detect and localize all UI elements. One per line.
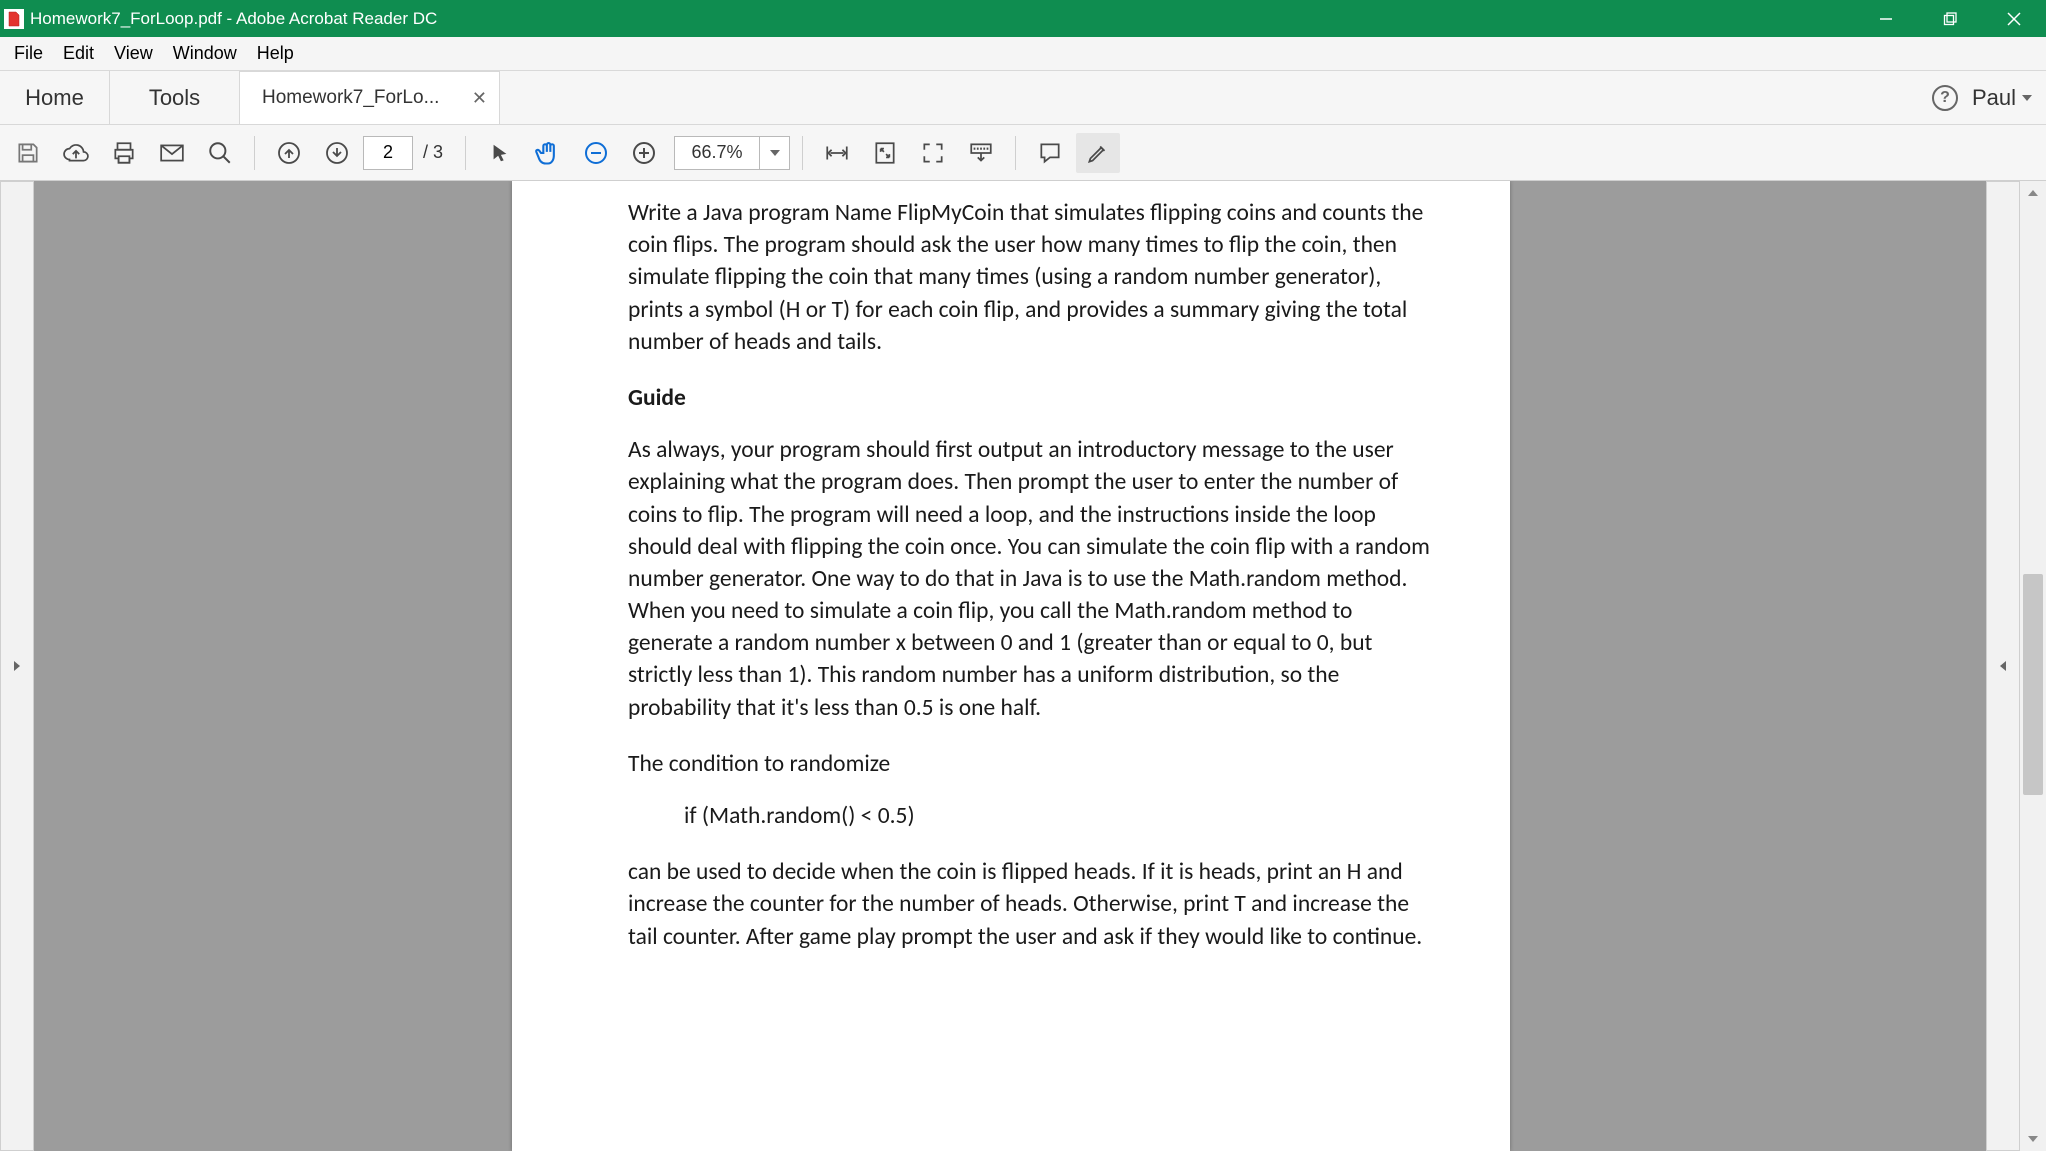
mail-icon[interactable] [150, 133, 194, 173]
title-bar: Homework7_ForLoop.pdf - Adobe Acrobat Re… [0, 0, 2046, 37]
scroll-up-icon[interactable] [2020, 181, 2046, 205]
tab-document-label: Homework7_ForLo... [262, 87, 439, 109]
menu-file[interactable]: File [4, 43, 53, 64]
menu-edit[interactable]: Edit [53, 43, 104, 64]
next-page-icon[interactable] [315, 133, 359, 173]
separator [254, 136, 255, 170]
paragraph: The condition to randomize [628, 748, 1440, 780]
code-line: if (Math.random() < 0.5) [628, 800, 1440, 832]
print-icon[interactable] [102, 133, 146, 173]
toolbar: / 3 66.7% [0, 125, 2046, 181]
read-mode-icon[interactable] [959, 133, 1003, 173]
user-menu[interactable]: Paul [1966, 85, 2038, 111]
vertical-scrollbar[interactable] [2020, 181, 2046, 1151]
fullscreen-icon[interactable] [911, 133, 955, 173]
scroll-down-icon[interactable] [2020, 1127, 2046, 1151]
paragraph: Write a Java program Name FlipMyCoin tha… [628, 197, 1440, 358]
upload-cloud-icon[interactable] [54, 133, 98, 173]
tab-home[interactable]: Home [0, 71, 110, 124]
fit-page-icon[interactable] [863, 133, 907, 173]
scroll-thumb[interactable] [2023, 574, 2043, 795]
comment-icon[interactable] [1028, 133, 1072, 173]
paragraph: As always, your program should first out… [628, 434, 1440, 724]
close-button[interactable] [1982, 0, 2046, 37]
page-total: / 3 [417, 142, 453, 163]
heading-guide: Guide [628, 382, 1440, 414]
zoom-select[interactable]: 66.7% [674, 136, 790, 170]
minimize-button[interactable] [1854, 0, 1918, 37]
highlight-icon[interactable] [1076, 133, 1120, 173]
tab-close-icon[interactable]: ✕ [472, 88, 487, 109]
search-icon[interactable] [198, 133, 242, 173]
fit-width-icon[interactable] [815, 133, 859, 173]
page-content: Write a Java program Name FlipMyCoin tha… [512, 181, 1510, 1151]
left-panel-toggle[interactable] [0, 181, 34, 1151]
app-icon [4, 9, 24, 29]
zoom-in-icon[interactable] [622, 133, 666, 173]
hand-tool-icon[interactable] [526, 133, 570, 173]
page-number-input[interactable] [363, 136, 413, 170]
separator [1015, 136, 1016, 170]
document-area: Write a Java program Name FlipMyCoin tha… [0, 181, 2046, 1151]
maximize-button[interactable] [1918, 0, 1982, 37]
window-controls [1854, 0, 2046, 37]
save-icon[interactable] [6, 133, 50, 173]
menu-help[interactable]: Help [247, 43, 304, 64]
tab-right-group: ? Paul [1932, 71, 2038, 124]
menu-window[interactable]: Window [163, 43, 247, 64]
right-panel-toggle[interactable] [1986, 181, 2020, 1151]
prev-page-icon[interactable] [267, 133, 311, 173]
window-title: Homework7_ForLoop.pdf - Adobe Acrobat Re… [30, 9, 437, 29]
select-tool-icon[interactable] [478, 133, 522, 173]
separator [802, 136, 803, 170]
zoom-value: 66.7% [675, 142, 759, 163]
zoom-out-icon[interactable] [574, 133, 618, 173]
user-name: Paul [1972, 85, 2016, 111]
paragraph: can be used to decide when the coin is f… [628, 856, 1440, 953]
tab-strip: Home Tools Homework7_ForLo... ✕ ? Paul [0, 71, 2046, 125]
help-icon[interactable]: ? [1932, 85, 1958, 111]
separator [465, 136, 466, 170]
menu-view[interactable]: View [104, 43, 163, 64]
menu-bar: File Edit View Window Help [0, 37, 2046, 71]
caret-down-icon [2022, 95, 2032, 101]
tab-document[interactable]: Homework7_ForLo... ✕ [240, 71, 500, 124]
zoom-caret-icon[interactable] [759, 137, 789, 169]
tab-tools[interactable]: Tools [110, 71, 240, 124]
scroll-track[interactable] [2020, 205, 2046, 1127]
